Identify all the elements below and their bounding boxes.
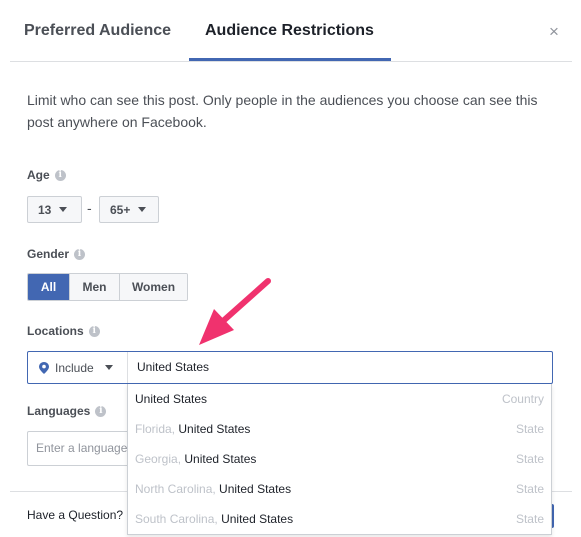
suggestion-name: United States: [221, 512, 294, 526]
suggestion-prefix: South Carolina,: [135, 512, 222, 526]
age-max-value: 65+: [110, 202, 131, 217]
languages-label: Languages: [27, 404, 91, 418]
suggestion-type: State: [515, 512, 544, 526]
age-max-select[interactable]: 65+: [99, 196, 159, 223]
suggestion-name: United States: [184, 452, 257, 466]
suggestion-item[interactable]: South Carolina, United States State: [128, 504, 551, 534]
suggestion-name: United States: [135, 392, 208, 406]
languages-label-row: Languages i: [27, 404, 107, 418]
locations-label: Locations: [27, 324, 84, 338]
caret-down-icon: [104, 365, 113, 370]
suggestion-name: United States: [178, 422, 251, 436]
caret-down-icon: [138, 207, 147, 212]
location-value[interactable]: United States: [137, 352, 209, 383]
location-input[interactable]: Include United States: [27, 351, 553, 384]
gender-men-button[interactable]: Men: [69, 274, 119, 300]
age-min-value: 13: [38, 202, 52, 217]
tab-bar: Preferred Audience Audience Restrictions: [10, 0, 572, 62]
gender-label-row: Gender i: [27, 247, 86, 261]
gender-all-button[interactable]: All: [28, 274, 69, 300]
location-pin-icon: [39, 361, 49, 374]
language-input[interactable]: Enter a language...: [27, 431, 137, 466]
gender-selector: All Men Women: [27, 273, 188, 301]
suggestion-type: State: [515, 482, 544, 496]
suggestion-prefix: Georgia,: [135, 452, 185, 466]
age-separator: -: [87, 200, 92, 216]
suggestion-prefix: North Carolina,: [135, 482, 220, 496]
suggestion-type: Country: [501, 392, 544, 406]
suggestion-item[interactable]: Georgia, United States State: [128, 444, 551, 474]
age-label: Age: [27, 168, 50, 182]
location-suggestions: United States Country Florida, United St…: [127, 384, 552, 535]
caret-down-icon: [59, 207, 68, 212]
gender-label: Gender: [27, 247, 70, 261]
suggestion-item[interactable]: North Carolina, United States State: [128, 474, 551, 504]
age-label-row: Age i: [27, 168, 66, 182]
description-text: Limit who can see this post. Only people…: [27, 92, 538, 130]
info-icon[interactable]: i: [74, 248, 86, 260]
age-min-select[interactable]: 13: [27, 196, 82, 223]
active-tab-indicator: [189, 58, 391, 61]
have-a-question-link[interactable]: Have a Question?: [27, 508, 123, 522]
locations-label-row: Locations i: [27, 324, 100, 338]
tab-preferred-audience[interactable]: Preferred Audience: [24, 22, 171, 40]
suggestion-type: State: [515, 452, 544, 466]
suggestion-name: United States: [219, 482, 292, 496]
suggestion-item[interactable]: United States Country: [128, 384, 551, 414]
include-dropdown[interactable]: Include: [28, 352, 128, 383]
include-label: Include: [55, 360, 94, 375]
gender-women-button[interactable]: Women: [119, 274, 187, 300]
info-icon[interactable]: i: [88, 325, 100, 337]
tab-audience-restrictions[interactable]: Audience Restrictions: [205, 22, 374, 40]
suggestion-item[interactable]: Florida, United States State: [128, 414, 551, 444]
info-icon[interactable]: i: [54, 169, 66, 181]
suggestion-prefix: Florida,: [135, 422, 179, 436]
suggestion-type: State: [515, 422, 544, 436]
info-icon[interactable]: i: [95, 405, 107, 417]
close-icon[interactable]: ×: [549, 22, 559, 42]
